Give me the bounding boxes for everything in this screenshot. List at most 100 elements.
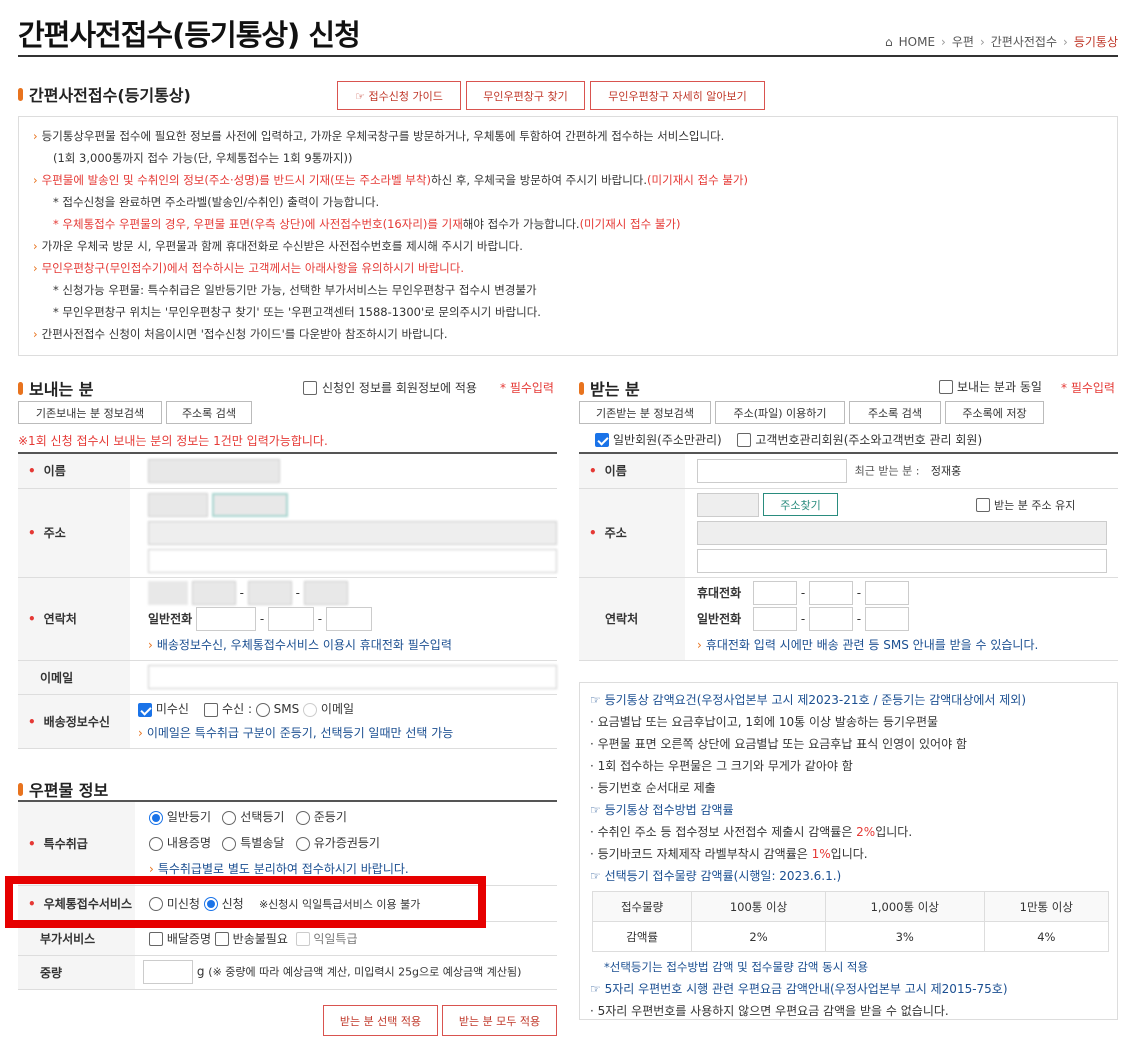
sender-email-label: 이메일 (18, 660, 130, 695)
same-sender-row[interactable]: 보내는 분과 동일 (939, 378, 1042, 395)
kiosk-detail-button[interactable]: 무인우편창구 자세히 알아보기 (590, 81, 765, 110)
notes-line: *선택등기는 접수방법 감액 및 접수물량 감액 동시 적용 (604, 960, 869, 974)
find-kiosk-button[interactable]: 무인우편창구 찾기 (466, 81, 585, 110)
sender-section-title: 보내는 분 (18, 376, 93, 400)
receiver-mobile-1[interactable] (753, 581, 797, 605)
special-radio-content[interactable] (149, 836, 163, 851)
sender-name-input[interactable] (148, 458, 280, 483)
notes-heading: ☞ 선택등기 접수물량 감액률(시행일: 2023.6.1.) (590, 869, 842, 883)
page-title: 간편사전접수(등기통상) 신청 (18, 18, 361, 52)
special-radio-semi[interactable] (295, 810, 310, 825)
member-customer-checkbox[interactable] (737, 432, 752, 447)
breadcrumb: ⌂ HOME › 우편 › 간편사전접수 › 등기통상 (885, 33, 1118, 50)
sender-addrbook-button[interactable]: 주소록 검색 (166, 401, 252, 424)
keep-addr-checkbox[interactable] (976, 497, 990, 512)
receiver-addrbook-button[interactable]: 주소록 검색 (849, 401, 941, 424)
receiver-phone-3[interactable] (864, 607, 909, 631)
receiver-contact-hint: 휴대전화 입력 시에만 배송 관련 등 SMS 안내를 받을 수 있습니다. (705, 637, 1039, 652)
receiver-zip-input[interactable] (697, 492, 759, 517)
general-phone-label: 일반전화 (148, 611, 193, 626)
receiver-file-button[interactable]: 주소(파일) 이용하기 (715, 401, 845, 424)
receiver-save-addrbook-button[interactable]: 주소록에 저장 (945, 401, 1044, 424)
addon-label-text: 익일특급 (313, 931, 358, 946)
receiver-mobile-3[interactable] (864, 581, 909, 605)
section-bullet-icon (579, 381, 584, 395)
home-icon[interactable]: ⌂ (885, 35, 893, 49)
sender-name-label: • 이름 (18, 453, 130, 489)
receiver-phone-2[interactable] (808, 607, 853, 631)
weight-input[interactable] (143, 960, 193, 984)
sender-zip-input[interactable] (148, 492, 208, 517)
notify-email-label: 이메일 (320, 702, 355, 716)
required-note: * 필수입력 (1061, 381, 1115, 395)
notify-recv-checkbox[interactable] (204, 702, 219, 717)
apply-all-receiver-button[interactable]: 받는 분 모두 적용 (442, 1005, 557, 1036)
addon-label-text: 반송불필요 (232, 931, 288, 946)
receiver-table: • 이름 최근 받는 분 : 정재홍 • 주소 주소찾기 받는 분 주소 유지 연락… (579, 452, 1118, 661)
table-header-cell: 100통 이상 (691, 891, 826, 922)
table-cell: 감액률 (591, 921, 693, 952)
receiver-name-input[interactable] (697, 458, 847, 483)
apply-member-checkbox[interactable] (303, 380, 317, 395)
section-bullet-icon (18, 381, 23, 395)
addon-no-return-checkbox[interactable] (214, 932, 229, 946)
same-sender-checkbox[interactable] (939, 379, 953, 394)
table-header-cell: 접수물량 (591, 891, 693, 922)
addon-delivery-proof-checkbox[interactable] (149, 932, 163, 946)
sender-email-input[interactable] (148, 665, 557, 689)
member-general-checkbox[interactable] (595, 432, 609, 447)
notify-sms-radio[interactable] (255, 702, 270, 717)
notify-sms-label: SMS (273, 702, 300, 716)
sender-mobile-1[interactable] (191, 581, 236, 605)
special-radio-general[interactable] (149, 810, 163, 825)
special-label: • 특수취급 (18, 801, 135, 886)
sender-table: • 이름 • 주소 • 연락처 - - 일반전화 - - › 배송정보수신, 우체통접수… (18, 452, 557, 749)
addon-express-checkbox[interactable] (295, 932, 310, 946)
sender-mobile-3[interactable] (303, 581, 348, 605)
sender-warning: ※1회 신청 접수시 보내는 분의 정보는 1건만 입력가능합니다. (18, 434, 328, 448)
receiver-addr1-input[interactable] (697, 520, 1107, 545)
special-radio-special-delivery[interactable] (222, 836, 237, 851)
receiver-mobile-2[interactable] (808, 581, 853, 605)
sender-phone-3[interactable] (325, 607, 372, 631)
section-bullet-icon (18, 782, 23, 796)
special-hint: 특수취급별로 별도 분리하여 접수하시기 바랍니다. (157, 862, 409, 877)
breadcrumb-item[interactable]: 우편 (952, 33, 974, 50)
chevron-right-icon: › (979, 34, 985, 49)
receiver-phone-1[interactable] (753, 607, 797, 631)
notify-none-checkbox[interactable] (138, 702, 152, 717)
special-radio-securities[interactable] (295, 836, 310, 851)
keep-addr-row[interactable]: 받는 분 주소 유지 (976, 497, 1075, 513)
sender-contact-label: • 연락처 (18, 577, 130, 661)
apply-member-checkbox-row[interactable]: 신청인 정보를 회원정보에 적용 (303, 379, 477, 396)
sender-title-text: 보내는 분 (29, 380, 94, 399)
special-opt-label: 일반등기 (166, 810, 211, 825)
receiver-find-addr-button[interactable]: 주소찾기 (763, 493, 838, 516)
member-type-row: 일반회원(주소만관리) 고객번호관리회원(주소와고객번호 관리 회원) (595, 431, 982, 448)
info-line: › 가까운 우체국 방문 시, 우편물과 함께 휴대전화로 수신받은 사전접수번호… (33, 239, 523, 253)
sender-phone-1[interactable] (196, 607, 256, 631)
recent-receiver-name[interactable]: 정재홍 (931, 464, 961, 477)
receiver-existing-search-button[interactable]: 기존받는 분 정보검색 (579, 401, 711, 424)
notes-line: · 우편물 표면 오른쪽 상단에 요금별납 또는 요금후납 표식 인영이 있어야… (590, 737, 967, 751)
guide-button[interactable]: ☞ 접수신청 가이드 (337, 81, 461, 110)
apply-selected-receiver-button[interactable]: 받는 분 선택 적용 (323, 1005, 438, 1036)
info-line: › 무인우편창구(무인접수기)에서 접수하시는 고객께서는 아래사항을 유의하시기… (33, 261, 464, 275)
sender-notify-label: • 배송정보수신 (18, 694, 130, 749)
info-line: * 접수신청을 완료하면 주소라벨(발송인/수취인) 출력이 가능합니다. (53, 195, 380, 209)
intro-section-title: 간편사전접수(등기통상) (18, 82, 191, 106)
notify-email-radio[interactable] (303, 702, 318, 717)
breadcrumb-home[interactable]: HOME (899, 35, 935, 49)
special-radio-selective[interactable] (222, 810, 237, 825)
sender-phone-2[interactable] (267, 607, 314, 631)
sender-mobile-2[interactable] (247, 581, 292, 605)
sender-addr1-input[interactable] (148, 520, 557, 545)
notes-heading: ☞ 5자리 우편번호 시행 관련 우편요금 감액안내(우정사업본부 고시 제20… (590, 982, 1008, 996)
receiver-addr2-input[interactable] (697, 548, 1107, 573)
sender-addr2-input[interactable] (148, 548, 557, 573)
notes-line: · 수취인 주소 등 접수정보 사전접수 제출시 감액률은 2%입니다. (590, 825, 913, 839)
sender-find-addr-button[interactable] (211, 492, 288, 517)
breadcrumb-item[interactable]: 간편사전접수 (991, 33, 1057, 50)
mail-section-title: 우편물 정보 (18, 777, 108, 801)
sender-existing-search-button[interactable]: 기존보내는 분 정보검색 (18, 401, 162, 424)
